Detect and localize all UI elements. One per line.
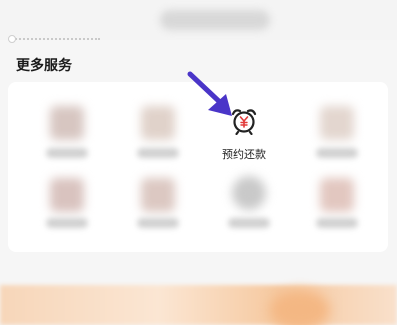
arrow-pointer-icon xyxy=(187,71,232,116)
blurred-service-label xyxy=(137,218,179,228)
blurred-service-icon[interactable] xyxy=(50,106,84,140)
blurred-service-label xyxy=(137,148,179,158)
dot-indicator xyxy=(8,35,16,43)
top-bar xyxy=(0,0,397,40)
divider xyxy=(12,38,100,40)
blurred-service-label xyxy=(46,148,88,158)
service-label-scheduled-repayment[interactable]: 预约还款 xyxy=(222,146,266,162)
blurred-service-label xyxy=(316,218,358,228)
blurred-title-pill xyxy=(160,10,270,30)
blurred-service-icon[interactable] xyxy=(50,178,84,212)
blurred-service-label xyxy=(316,148,358,158)
section-title: 更多服务 xyxy=(16,58,72,74)
blurred-service-icon[interactable] xyxy=(320,106,354,140)
blurred-service-icon[interactable] xyxy=(141,106,175,140)
blurred-service-label xyxy=(46,218,88,228)
banner-decoration xyxy=(270,290,330,325)
blurred-service-icon[interactable] xyxy=(232,176,266,210)
blurred-service-icon[interactable] xyxy=(141,178,175,212)
bottom-banner[interactable] xyxy=(0,285,397,325)
blurred-service-icon[interactable] xyxy=(320,178,354,212)
blurred-service-label xyxy=(228,218,270,228)
